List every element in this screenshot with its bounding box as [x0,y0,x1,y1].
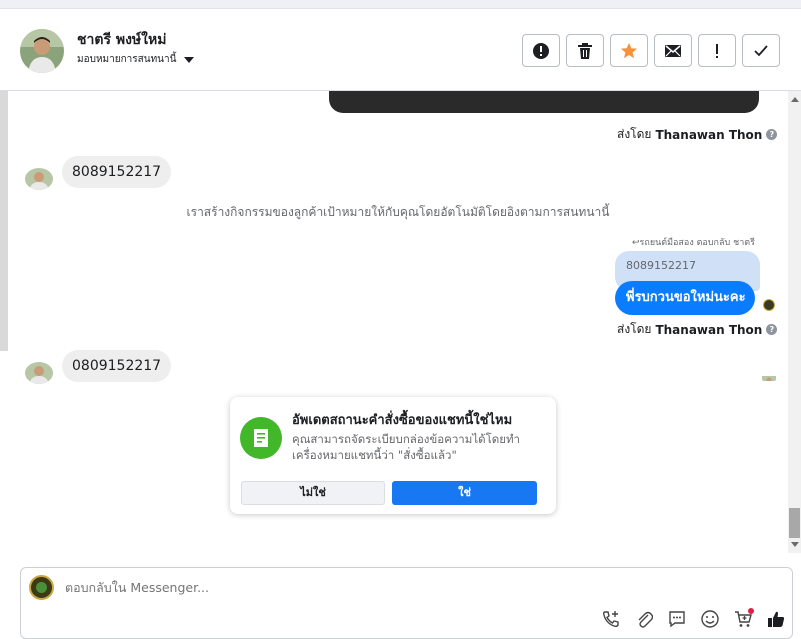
thread-scrollbar[interactable] [788,91,801,553]
outgoing-message[interactable]: พี่รบกวนขอใหม่นะคะ [615,281,755,315]
yes-button[interactable]: ใช่ [392,481,537,505]
attachment-icon[interactable] [633,608,655,630]
mark-done-button[interactable] [742,34,780,67]
follow-up-button[interactable] [698,34,736,67]
reply-composer [20,567,793,639]
incoming-message[interactable]: 0809152217 [62,350,172,382]
help-icon[interactable]: ? [766,324,778,335]
assign-conversation-dropdown[interactable]: มอบหมายการสนทนานี้ [77,52,195,67]
reply-input[interactable] [65,580,565,595]
exclamation-circle-icon [533,42,549,59]
no-button[interactable]: ไม่ใช่ [241,481,385,505]
popup-description: คุณสามารถจัดระเบียบกล่องข้อความได้โดยทำเ… [292,432,521,462]
sent-by-prefix: ส่งโดย [617,322,652,336]
envelope-icon [665,44,681,57]
system-note: เราสร้างกิจกรรมของลูกค้าเป้าหมายให้กับคุ… [186,205,610,219]
contact-avatar-small [25,362,53,384]
scroll-down-arrow-icon[interactable] [791,542,799,547]
cart-icon[interactable] [732,608,754,630]
left-panel-scrollbar[interactable] [0,91,8,351]
sent-by-name: Thanawan Thon [655,127,763,142]
scroll-up-arrow-icon[interactable] [791,97,799,102]
star-button[interactable] [610,34,648,67]
order-status-popup: อัพเดตสถานะคำสั่งซื้อของแชทนี้ใช่ไหม คุณ… [230,397,556,514]
page-avatar [29,575,54,600]
sent-by-label: ส่งโดย Thanawan Thon ? [617,320,778,339]
contact-avatar-small [25,168,53,190]
reply-meta: ↩รถยนต์มือสอง ตอบกลับ ชาตรี [632,238,755,248]
notification-dot [748,608,754,614]
exclamation-icon [716,43,718,58]
seen-avatar [763,299,775,311]
check-icon [754,44,768,56]
star-icon [620,42,638,58]
popup-title: อัพเดตสถานะคำสั่งซื้อของแชทนี้ใช่ไหม [292,413,513,428]
mark-unread-button[interactable] [654,34,692,67]
sent-by-label: ส่งโดย Thanawan Thon ? [617,125,778,144]
sent-by-name: Thanawan Thon [655,322,763,337]
browser-top-strip [0,0,801,9]
composer-tools [600,608,787,630]
delete-button[interactable] [566,34,604,67]
mark-spam-button[interactable] [522,34,560,67]
incoming-message[interactable]: 8089152217 [62,156,172,188]
like-icon[interactable] [765,608,787,630]
sent-by-prefix: ส่งโดย [617,127,652,141]
add-call-icon[interactable] [600,608,622,630]
conversation-actions [522,34,780,67]
image-message[interactable] [329,91,759,113]
contact-avatar[interactable] [20,29,64,73]
receipt-icon [240,417,282,459]
scroll-thumb[interactable] [789,508,800,538]
message-thread: ส่งโดย Thanawan Thon ? 8089152217 เราสร้… [8,91,788,553]
contact-name[interactable]: ชาตรี พงษ์ใหม่ [77,29,166,51]
read-receipt-avatar [762,371,776,381]
caret-down-icon [184,56,195,63]
help-icon[interactable]: ? [766,129,778,140]
assign-label: มอบหมายการสนทนานี้ [77,54,177,65]
saved-reply-icon[interactable] [666,608,688,630]
trash-icon [578,42,592,59]
emoji-icon[interactable] [699,608,721,630]
